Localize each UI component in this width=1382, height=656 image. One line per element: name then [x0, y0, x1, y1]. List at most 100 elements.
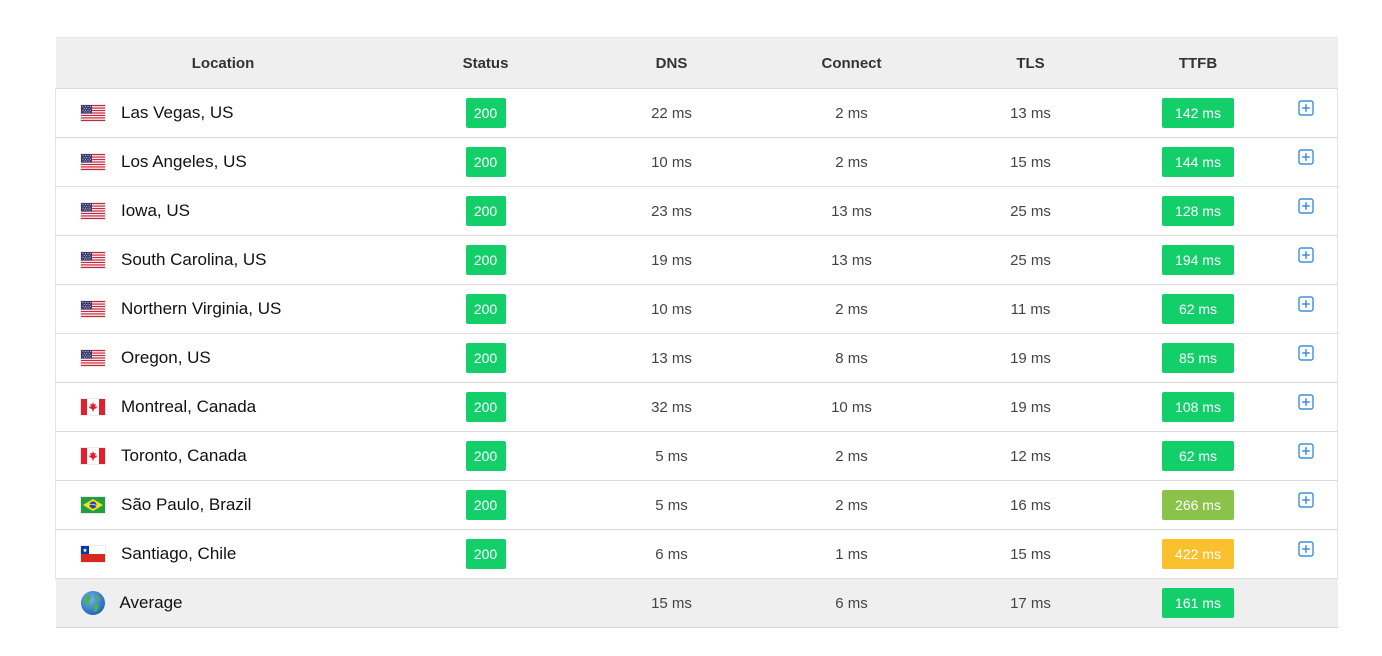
status-cell: 200 [390, 88, 581, 138]
table-row: Los Angeles, US 200 10 ms 2 ms 15 ms 144… [55, 137, 1338, 187]
status-badge: 200 [465, 294, 506, 324]
ttfb-cell: 108 ms [1120, 382, 1276, 432]
ttfb-cell: 266 ms [1120, 480, 1276, 530]
status-badge: 200 [465, 245, 506, 275]
expand-plus-icon[interactable] [1298, 345, 1314, 361]
expand-plus-icon[interactable] [1298, 296, 1314, 312]
dns-value: 22 ms [580, 88, 763, 138]
ttfb-cell: 128 ms [1120, 186, 1276, 236]
expand-cell [1275, 382, 1338, 432]
table-row: Santiago, Chile 200 6 ms 1 ms 15 ms 422 … [55, 529, 1338, 579]
expand-plus-icon[interactable] [1298, 198, 1314, 214]
dns-value: 32 ms [580, 382, 763, 432]
status-badge: 200 [465, 196, 506, 226]
connect-value: 10 ms [762, 382, 941, 432]
location-cell: Oregon, US [55, 333, 391, 383]
location-cell: Toronto, Canada [55, 431, 391, 481]
status-cell: 200 [390, 235, 581, 285]
expand-cell [1275, 578, 1338, 628]
table-row: Iowa, US 200 23 ms 13 ms 25 ms 128 ms [55, 186, 1338, 236]
dns-value: 10 ms [580, 137, 763, 187]
tls-value: 25 ms [940, 235, 1121, 285]
connect-value: 2 ms [762, 137, 941, 187]
expand-plus-icon[interactable] [1298, 247, 1314, 263]
ttfb-badge: 266 ms [1162, 490, 1234, 520]
location-cell: Montreal, Canada [55, 382, 391, 432]
globe-icon [80, 590, 106, 616]
dns-value: 6 ms [580, 529, 763, 579]
canada-flag-icon [81, 399, 105, 415]
ttfb-badge: 108 ms [1162, 392, 1234, 422]
location-cell: Los Angeles, US [55, 137, 391, 187]
location-cell: São Paulo, Brazil [55, 480, 391, 530]
tls-value: 19 ms [940, 382, 1121, 432]
location-name: South Carolina, US [121, 250, 267, 269]
table-row: São Paulo, Brazil 200 5 ms 2 ms 16 ms 26… [55, 480, 1338, 530]
expand-cell [1275, 529, 1338, 579]
expand-cell [1275, 333, 1338, 383]
location-cell: Las Vegas, US [55, 88, 391, 138]
dns-value: 5 ms [580, 480, 763, 530]
us-flag-icon [81, 154, 105, 170]
status-cell [390, 578, 581, 628]
location-name: Northern Virginia, US [121, 299, 282, 318]
us-flag-icon [81, 203, 105, 219]
location-cell: South Carolina, US [55, 235, 391, 285]
status-badge: 200 [465, 343, 506, 373]
us-flag-icon [81, 252, 105, 268]
us-flag-icon [81, 350, 105, 366]
location-cell: Iowa, US [55, 186, 391, 236]
location-name: Oregon, US [121, 348, 211, 367]
expand-plus-icon[interactable] [1298, 443, 1314, 459]
us-flag-icon [81, 105, 105, 121]
location-cell: Santiago, Chile [55, 529, 391, 579]
expand-plus-icon[interactable] [1298, 492, 1314, 508]
expand-plus-icon[interactable] [1298, 149, 1314, 165]
ttfb-cell: 194 ms [1120, 235, 1276, 285]
status-badge: 200 [465, 98, 506, 128]
status-badge: 200 [465, 392, 506, 422]
ttfb-cell: 62 ms [1120, 431, 1276, 481]
status-cell: 200 [390, 333, 581, 383]
status-cell: 200 [390, 382, 581, 432]
column-header-dns: DNS [580, 37, 763, 89]
average-label: Average [119, 593, 183, 612]
status-badge: 200 [465, 441, 506, 471]
ttfb-cell: 142 ms [1120, 88, 1276, 138]
tls-value: 13 ms [940, 88, 1121, 138]
tls-value: 17 ms [940, 578, 1121, 628]
location-name: Montreal, Canada [121, 397, 257, 416]
location-cell: Northern Virginia, US [55, 284, 391, 334]
connect-value: 13 ms [762, 186, 941, 236]
expand-plus-icon[interactable] [1298, 394, 1314, 410]
column-header-connect: Connect [762, 37, 941, 89]
table-body: Las Vegas, US 200 22 ms 2 ms 13 ms 142 m… [55, 88, 1338, 628]
expand-plus-icon[interactable] [1298, 100, 1314, 116]
expand-cell [1275, 88, 1338, 138]
connect-value: 13 ms [762, 235, 941, 285]
expand-cell [1275, 186, 1338, 236]
table-row: Northern Virginia, US 200 10 ms 2 ms 11 … [55, 284, 1338, 334]
expand-cell [1275, 235, 1338, 285]
ttfb-cell: 62 ms [1120, 284, 1276, 334]
connect-value: 2 ms [762, 88, 941, 138]
speed-results-panel: Location Status DNS Connect TLS TTFB Las… [55, 37, 1338, 628]
table-row: Oregon, US 200 13 ms 8 ms 19 ms 85 ms [55, 333, 1338, 383]
status-cell: 200 [390, 431, 581, 481]
connect-value: 2 ms [762, 284, 941, 334]
tls-value: 19 ms [940, 333, 1121, 383]
location-cell: Average [55, 578, 391, 628]
table-header-row: Location Status DNS Connect TLS TTFB [55, 37, 1338, 89]
connect-value: 2 ms [762, 480, 941, 530]
connect-value: 1 ms [762, 529, 941, 579]
column-header-status: Status [390, 37, 581, 89]
location-name: Iowa, US [121, 201, 190, 220]
table-row: Montreal, Canada 200 32 ms 10 ms 19 ms 1… [55, 382, 1338, 432]
chile-flag-icon [81, 546, 105, 562]
column-header-location: Location [55, 37, 391, 89]
ttfb-badge: 85 ms [1162, 343, 1234, 373]
expand-plus-icon[interactable] [1298, 541, 1314, 557]
ttfb-badge: 144 ms [1162, 147, 1234, 177]
connect-value: 8 ms [762, 333, 941, 383]
brazil-flag-icon [81, 497, 105, 513]
